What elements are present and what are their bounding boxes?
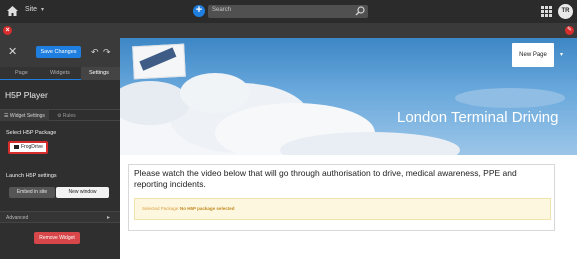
search-placeholder: Search xyxy=(212,7,232,13)
top-navigation-bar: Site ▾ + Search TR xyxy=(0,0,577,23)
close-panel-icon[interactable]: ✕ xyxy=(8,45,17,58)
frogdrive-label: FrogDrive xyxy=(21,144,43,150)
user-avatar[interactable]: TR xyxy=(558,4,573,19)
tab-page[interactable]: Page xyxy=(15,70,28,76)
chevron-right-icon: ▸ xyxy=(106,215,110,221)
select-package-heading: Select H5P Package xyxy=(6,130,57,136)
package-notice: Selected Package: No H5P package selecte… xyxy=(134,198,551,220)
save-changes-button[interactable]: Save Changes xyxy=(36,46,81,58)
panel-tabs: Page Widgets Settings xyxy=(0,67,120,80)
embed-in-site-option[interactable]: Embed in site xyxy=(9,187,55,198)
apps-grid-icon[interactable] xyxy=(541,6,552,17)
launch-mode-toggle: Embed in site New window xyxy=(9,187,109,198)
home-icon[interactable] xyxy=(6,5,19,17)
widget-description: Please watch the video below that will g… xyxy=(134,168,517,189)
panel-toolbar: ✕ Save Changes ↶ ↷ xyxy=(0,38,120,67)
chevron-down-icon[interactable]: ▾ xyxy=(41,6,44,13)
advanced-section-toggle[interactable]: Advanced ▸ xyxy=(0,211,120,223)
panel-title: H5P Player xyxy=(5,90,48,100)
caret-down-icon[interactable]: ▾ xyxy=(560,51,563,58)
h5p-widget[interactable]: Please watch the video below that will g… xyxy=(128,164,555,231)
undo-icon[interactable]: ↶ xyxy=(91,47,99,58)
subtab-rules[interactable]: ⚙ Rules xyxy=(57,113,76,119)
subtab-widget-settings-label: Widget Settings xyxy=(9,113,45,119)
banner-title: London Terminal Driving xyxy=(397,109,559,126)
widget-settings-panel: ✕ Save Changes ↶ ↷ Page Widgets Settings… xyxy=(0,38,120,259)
page-banner: New Page ▾ London Terminal Driving xyxy=(120,38,577,155)
edit-mode-bar: × ✎ xyxy=(0,23,577,38)
folder-icon xyxy=(14,144,19,149)
tab-widgets[interactable]: Widgets xyxy=(50,70,70,76)
frogdrive-button[interactable]: FrogDrive xyxy=(8,141,48,154)
redo-icon[interactable]: ↷ xyxy=(103,47,111,58)
site-menu-label[interactable]: Site xyxy=(25,6,37,13)
plus-icon[interactable]: + xyxy=(193,5,205,17)
page-content: Please watch the video below that will g… xyxy=(120,155,577,259)
new-page-button[interactable]: New Page xyxy=(512,43,554,67)
launch-settings-heading: Launch H5P settings xyxy=(6,173,57,179)
banner-card-image xyxy=(132,43,186,80)
remove-widget-button[interactable]: Remove Widget xyxy=(34,232,80,244)
settings-subtabs: ☰ Widget Settings ⚙ Rules xyxy=(0,109,120,121)
subtab-rules-label: Rules xyxy=(62,113,76,119)
advanced-label: Advanced xyxy=(6,215,29,221)
new-window-option[interactable]: New window xyxy=(56,187,109,198)
pencil-icon[interactable]: ✎ xyxy=(565,26,574,35)
notice-label: Selected Package: xyxy=(142,206,180,211)
close-icon[interactable]: × xyxy=(3,26,12,35)
search-input[interactable]: Search xyxy=(208,5,368,18)
subtab-widget-settings[interactable]: ☰ Widget Settings xyxy=(4,113,45,119)
tab-settings[interactable]: Settings xyxy=(89,70,109,76)
banner-sky-image xyxy=(120,38,577,155)
search-icon[interactable] xyxy=(355,6,365,16)
notice-value: No H5P package selected xyxy=(180,206,235,211)
